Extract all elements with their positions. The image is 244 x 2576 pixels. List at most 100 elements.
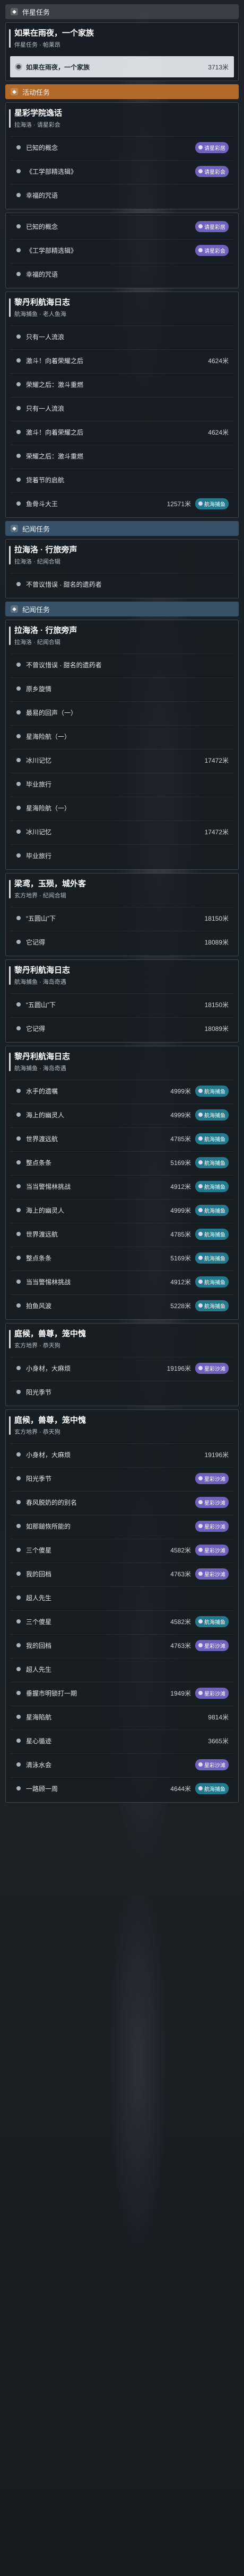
quest-card[interactable]: 黎丹利航海日志 航海捕鱼 · 老人鱼海 只有一人流浪 激斗！向着荣耀之后 4624米 荣耀… [5, 292, 239, 518]
quest-step[interactable]: 不曾议惜误 · 甜名的遗药者 [10, 654, 234, 675]
quest-step[interactable]: 清泳水会 星彩沙滩 [10, 1753, 234, 1775]
step-tag-badge[interactable]: 星彩沙滩 [195, 1759, 229, 1770]
quest-step[interactable]: “五圆山”下 18150米 [10, 907, 234, 929]
quest-step[interactable]: 三个傻星 4582米 星彩沙滩 [10, 1539, 234, 1560]
quest-card[interactable]: 庭候，兽尊，笼中愧 玄方地界 · 恭天狗 小身材，大麻烦 19196米 星彩沙滩 阳光季节 [5, 1323, 239, 1406]
quest-step[interactable]: 春风脱奶的的别名 星彩沙滩 [10, 1491, 234, 1513]
step-tag-badge[interactable]: 航海捕鱼 [195, 1252, 229, 1264]
quest-step[interactable]: 拍鱼风波 5228米 航海捕鱼 [10, 1294, 234, 1316]
quest-step[interactable]: 幸福的咒语 [10, 184, 234, 206]
quest-header[interactable]: 黎丹利航海日志 航海捕鱼 · 海岛奇遇 [6, 960, 238, 991]
step-tag-badge[interactable]: 航海捕鱼 [195, 1204, 229, 1216]
quest-step[interactable]: 只有一人流浪 [10, 325, 234, 347]
quest-step[interactable]: “五圆山”下 18150米 [10, 993, 234, 1015]
quest-header[interactable]: 黎丹利航海日志 航海捕鱼 · 老人鱼海 [6, 292, 238, 323]
step-tag-badge[interactable]: 请星彩居 [195, 220, 229, 232]
quest-card[interactable]: 梁鸢，玉殒，城外客 玄方地界 · 纪闻合辑 “五圆山”下 18150米 它记得 18089… [5, 873, 239, 956]
quest-step[interactable]: 最易的回声（一） [10, 701, 234, 723]
quest-step[interactable]: 超人先生 [10, 1658, 234, 1680]
step-tag-badge[interactable]: 航海捕鱼 [195, 1616, 229, 1627]
quest-step[interactable]: 激斗！向着荣耀之后 4624米 [10, 421, 234, 443]
quest-step[interactable]: 贷着节的启航 [10, 469, 234, 490]
quest-step[interactable]: 星心循迹 3665米 [10, 1730, 234, 1751]
step-tag-badge[interactable]: 航海捕鱼 [195, 1157, 229, 1168]
quest-step[interactable]: 星海陷航 9814米 [10, 1706, 234, 1727]
quest-step[interactable]: 幸福的咒语 [10, 263, 234, 285]
step-tag-badge[interactable]: 请星彩会 [195, 244, 229, 256]
quest-header[interactable]: 如果在雨夜，一个家族 伴星任务 · 帕莱昂 [6, 23, 238, 54]
quest-step[interactable]: 《工学部精选辑》 请星彩会 [10, 160, 234, 182]
quest-step[interactable]: 冰川记忆 17472米 [10, 821, 234, 842]
quest-step[interactable]: 星海险航（一） [10, 725, 234, 747]
step-tag-badge[interactable]: 星彩沙滩 [195, 1544, 229, 1556]
quest-header[interactable]: 星彩学院逸话 拉海洛 · 请星彩会 [6, 103, 238, 134]
step-tag-badge[interactable]: 航海捕鱼 [195, 1109, 229, 1121]
step-tag-badge[interactable]: 星彩沙滩 [195, 1568, 229, 1580]
quest-step[interactable]: 海上的幽灵人 4999米 航海捕鱼 [10, 1199, 234, 1221]
quest-card[interactable]: 拉海洛 · 行旅旁声 拉海洛 · 纪闻合辑 不曾议惜误 · 甜名的遗药者 [5, 539, 239, 598]
quest-header[interactable]: 拉海洛 · 行旅旁声 拉海洛 · 纪闻合辑 [6, 620, 238, 651]
quest-card[interactable]: 黎丹利航海日志 航海捕鱼 · 海岛奇遇 “五圆山”下 18150米 它记得 18089米 [5, 959, 239, 1043]
quest-step[interactable]: 鱼骨斗大王 12571米 航海捕鱼 [10, 492, 234, 514]
quest-step[interactable]: 已知的概念 请星彩居 [10, 136, 234, 158]
quest-step[interactable]: 不曾议惜误 · 甜名的遗药者 [10, 573, 234, 595]
quest-step[interactable]: 只有一人流浪 [10, 397, 234, 419]
quest-step[interactable]: 小身材，大麻烦 19196米 [10, 1443, 234, 1465]
quest-header[interactable]: 梁鸢，玉殒，城外客 玄方地界 · 纪闻合辑 [6, 874, 238, 905]
step-tag-badge[interactable]: 航海捕鱼 [195, 1300, 229, 1311]
quest-step[interactable]: 冰川记忆 17472米 [10, 749, 234, 771]
step-tag-badge[interactable]: 星彩沙滩 [195, 1520, 229, 1532]
quest-step[interactable]: 世界渡远航 4785米 航海捕鱼 [10, 1223, 234, 1245]
quest-step[interactable]: 阳光季节 星彩沙滩 [10, 1467, 234, 1489]
quest-card[interactable]: 黎丹利航海日志 航海捕鱼 · 海岛奇遇 水手的遗嘱 4999米 航海捕鱼 海上的幽灵人 49… [5, 1046, 239, 1320]
quest-step[interactable]: 荣耀之后：激斗重燃 [10, 373, 234, 395]
quest-step[interactable]: 它记得 18089米 [10, 1017, 234, 1039]
quest-header[interactable]: 庭候，兽尊，笼中愧 玄方地界 · 恭天狗 [6, 1410, 238, 1441]
quest-header[interactable]: 黎丹利航海日志 航海捕鱼 · 海岛奇遇 [6, 1046, 238, 1078]
quest-step[interactable]: 原乡旋情 [10, 677, 234, 699]
quest-step[interactable]: 超人先生 [10, 1586, 234, 1608]
step-tag-badge[interactable]: 航海捕鱼 [195, 1276, 229, 1287]
step-tag-badge[interactable]: 航海捕鱼 [195, 1228, 229, 1240]
quest-step[interactable]: 毕业旅行 [10, 773, 234, 795]
step-tag-badge[interactable]: 航海捕鱼 [195, 1133, 229, 1144]
section-header[interactable]: ◆ 活动任务 [5, 84, 239, 99]
quest-step[interactable]: 毕业旅行 [10, 844, 234, 866]
quest-step[interactable]: 已知的概念 请星彩居 [10, 215, 234, 237]
quest-card[interactable]: 如果在雨夜，一个家族 伴星任务 · 帕莱昂 如果在雨夜，一个家族 3713米 [5, 22, 239, 81]
quest-step[interactable]: 垂握市明锁打一期 1949米 星彩沙滩 [10, 1682, 234, 1704]
step-tag-badge[interactable]: 航海捕鱼 [195, 1085, 229, 1097]
step-tag-badge[interactable]: 航海捕鱼 [195, 1180, 229, 1192]
quest-step[interactable]: 海上的幽灵人 4999米 航海捕鱼 [10, 1104, 234, 1125]
step-tag-badge[interactable]: 请星彩居 [195, 142, 229, 153]
quest-card[interactable]: 星彩学院逸话 拉海洛 · 请星彩会 已知的概念 请星彩居 《工学部精选辑》 请星彩会 幸福的… [5, 102, 239, 209]
quest-step[interactable]: 阳光季节 [10, 1381, 234, 1402]
quest-step[interactable]: 当当警惕林挑战 4912米 航海捕鱼 [10, 1175, 234, 1197]
step-tag-badge[interactable]: 航海捕鱼 [195, 1783, 229, 1794]
step-tag-badge[interactable]: 星彩沙滩 [195, 1472, 229, 1484]
quest-step[interactable]: 如那鎚恢所能的 星彩沙滩 [10, 1515, 234, 1537]
step-tag-badge[interactable]: 请星彩会 [195, 165, 229, 177]
quest-card[interactable]: 已知的概念 请星彩居 《工学部精选辑》 请星彩会 幸福的咒语 [5, 213, 239, 288]
quest-step[interactable]: 一路顾一周 4644米 航海捕鱼 [10, 1777, 234, 1799]
quest-step[interactable]: 世界渡远航 4785米 航海捕鱼 [10, 1127, 234, 1149]
quest-header[interactable]: 庭候，兽尊，笼中愧 玄方地界 · 恭天狗 [6, 1324, 238, 1355]
quest-step[interactable]: 激斗！向着荣耀之后 4624米 [10, 349, 234, 371]
step-tag-badge[interactable]: 星彩沙滩 [195, 1639, 229, 1651]
quest-step[interactable]: 《工学部精选辑》 请星彩会 [10, 239, 234, 261]
quest-card[interactable]: 庭候，兽尊，笼中愧 玄方地界 · 恭天狗 小身材，大麻烦 19196米 阳光季节 星彩沙滩… [5, 1409, 239, 1803]
section-header[interactable]: ◆ 纪闻任务 [5, 602, 239, 616]
quest-step[interactable]: 三个傻星 4582米 航海捕鱼 [10, 1610, 234, 1632]
quest-step[interactable]: 我的回档 4763米 星彩沙滩 [10, 1634, 234, 1656]
quest-step[interactable]: 星海险航（一） [10, 797, 234, 818]
quest-step[interactable]: 它记得 18089米 [10, 931, 234, 952]
quest-step[interactable]: 整点条条 5169米 航海捕鱼 [10, 1247, 234, 1268]
step-tag-badge[interactable]: 星彩沙滩 [195, 1362, 229, 1374]
quest-step[interactable]: 荣耀之后：激斗重燃 [10, 445, 234, 466]
quest-step[interactable]: 整点条条 5169米 航海捕鱼 [10, 1151, 234, 1173]
quest-step[interactable]: 小身材，大麻烦 19196米 星彩沙滩 [10, 1357, 234, 1379]
quest-header[interactable]: 拉海洛 · 行旅旁声 拉海洛 · 纪闻合辑 [6, 540, 238, 571]
step-tag-badge[interactable]: 航海捕鱼 [195, 498, 229, 509]
quest-step[interactable]: 当当警惕林挑战 4912米 航海捕鱼 [10, 1271, 234, 1292]
step-tag-badge[interactable]: 星彩沙滩 [195, 1496, 229, 1508]
